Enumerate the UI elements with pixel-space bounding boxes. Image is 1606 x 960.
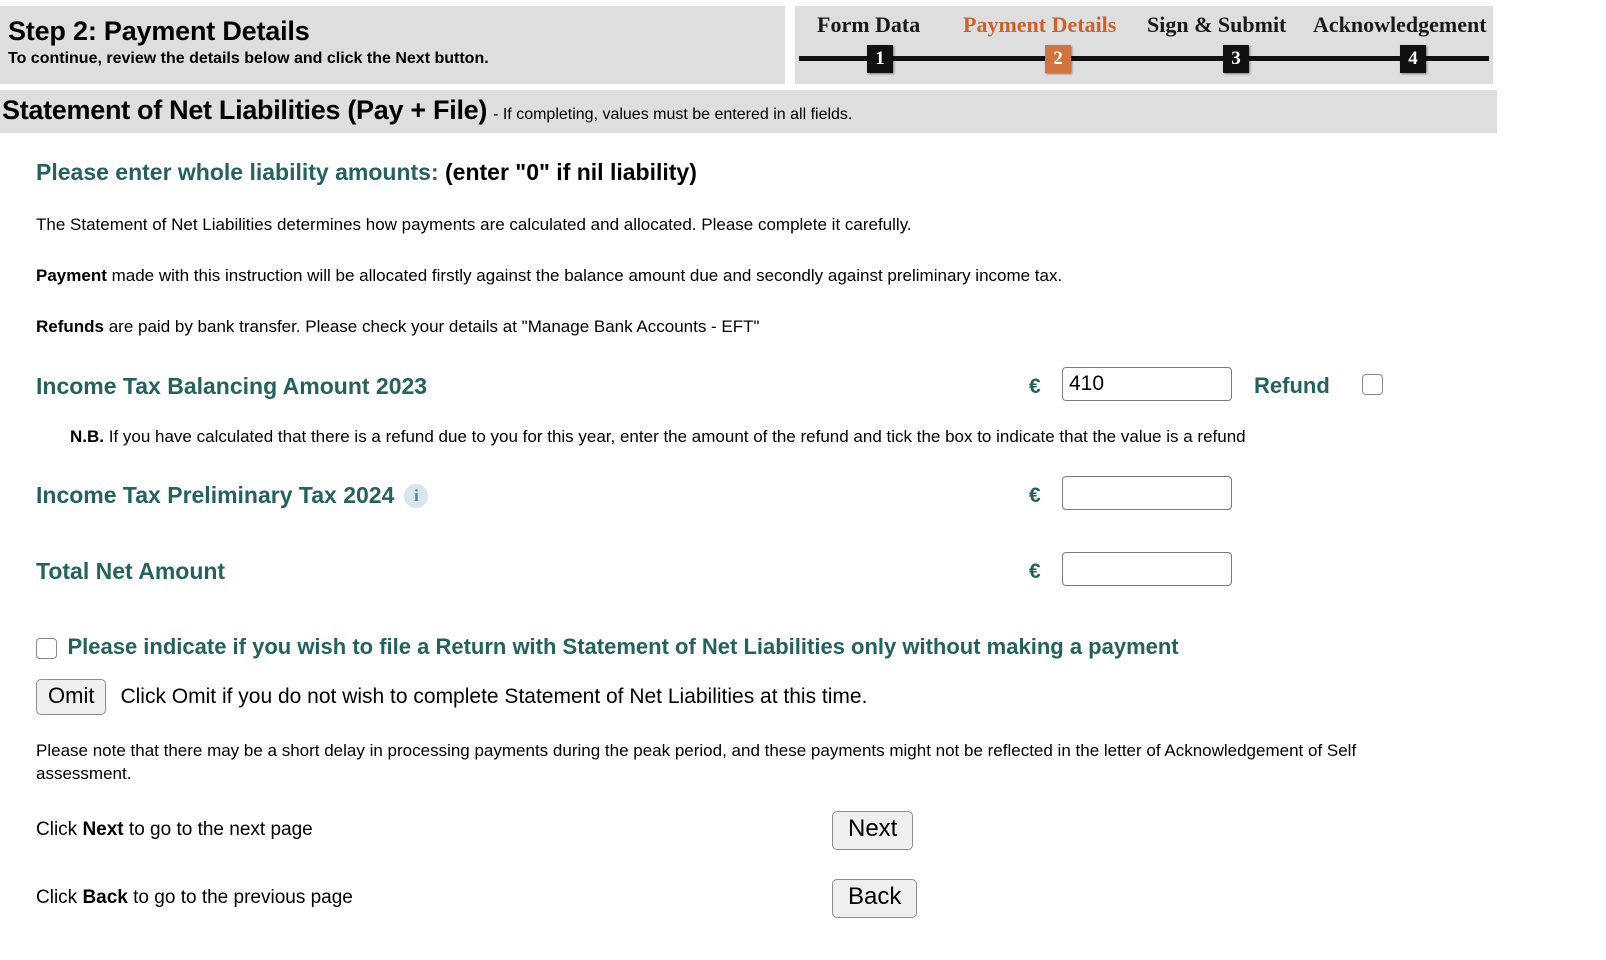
balancing-amount-input[interactable] [1062, 366, 1232, 401]
nb-note-text: If you have calculated that there is a r… [104, 426, 1246, 446]
omit-description: Click Omit if you do not wish to complet… [120, 684, 868, 708]
refunds-paragraph-text: are paid by bank transfer. Please check … [104, 316, 760, 336]
file-return-only-checkbox[interactable] [36, 637, 57, 659]
omit-row: Omit Click Omit if you do not wish to co… [36, 678, 1606, 715]
next-instruction: Click Next to go to the next page [36, 819, 313, 841]
back-button[interactable]: Back [832, 879, 918, 919]
nb-note: N.B. If you have calculated that there i… [70, 425, 1320, 448]
next-instruction-prefix: Click [36, 819, 83, 841]
back-instruction-bold: Back [82, 887, 128, 909]
progress-track: 1 2 3 4 [795, 40, 1493, 80]
file-return-only-label: Please indicate if you wish to file a Re… [67, 634, 1179, 660]
next-instruction-suffix: to go to the next page [123, 819, 313, 841]
section-title-bar: Statement of Net Liabilities (Pay + File… [0, 90, 1497, 133]
next-instruction-bold: Next [82, 819, 124, 841]
refund-checkbox[interactable] [1362, 373, 1383, 395]
progress-label-sign-submit[interactable]: Sign & Submit [1147, 12, 1286, 38]
progress-labels: Form Data Payment Details Sign & Submit … [795, 6, 1493, 40]
section-title: Statement of Net Liabilities (Pay + File… [2, 95, 488, 125]
total-net-amount-label: Total Net Amount [36, 558, 226, 585]
page-header: Step 2: Payment Details To continue, rev… [0, 0, 1606, 90]
preliminary-tax-label-text: Income Tax Preliminary Tax 2024 [36, 482, 395, 509]
preliminary-tax-row: Income Tax Preliminary Tax 2024 i € [36, 474, 1606, 524]
preliminary-tax-input[interactable] [1062, 476, 1232, 511]
euro-symbol-preliminary: € [1029, 484, 1041, 508]
euro-symbol-total: € [1029, 560, 1041, 584]
next-row: Click Next to go to the next page Next [36, 811, 1606, 853]
section-note: - If completing, values must be entered … [493, 106, 853, 123]
intro-paragraph: The Statement of Net Liabilities determi… [36, 215, 912, 234]
liability-instruction-secondary: (enter "0" if nil liability) [445, 159, 697, 185]
progress-label-payment-details[interactable]: Payment Details [963, 12, 1116, 38]
refund-label: Refund [1254, 372, 1330, 398]
nb-note-label: N.B. [70, 426, 104, 446]
liability-instruction-primary: Please enter whole liability amounts: [36, 159, 439, 185]
file-only-row: Please indicate if you wish to file a Re… [36, 634, 1606, 660]
payment-paragraph-text: made with this instruction will be alloc… [106, 265, 1063, 285]
euro-symbol-balancing: € [1029, 374, 1041, 398]
omit-button[interactable]: Omit [36, 678, 107, 715]
refunds-paragraph: Refunds are paid by bank transfer. Pleas… [36, 316, 1436, 339]
step-title: Step 2: Payment Details [8, 16, 310, 46]
progress-node-3[interactable]: 3 [1223, 45, 1249, 73]
preliminary-tax-label: Income Tax Preliminary Tax 2024 i [36, 482, 429, 509]
total-net-amount-row: Total Net Amount € [36, 550, 1606, 600]
liability-instruction-heading: Please enter whole liability amounts: (e… [36, 159, 1606, 186]
back-instruction-suffix: to go to the previous page [127, 887, 353, 909]
progress-label-form-data[interactable]: Form Data [817, 12, 920, 38]
total-net-amount-input[interactable] [1062, 552, 1232, 587]
progress-node-2[interactable]: 2 [1045, 45, 1071, 73]
balancing-amount-row: Income Tax Balancing Amount 2023 € Refun… [36, 365, 1606, 415]
info-icon[interactable]: i [404, 484, 429, 509]
next-button[interactable]: Next [832, 811, 914, 851]
payment-paragraph: Payment made with this instruction will … [36, 265, 1436, 288]
refunds-paragraph-label: Refunds [36, 316, 104, 336]
progress-label-acknowledgement[interactable]: Acknowledgement [1313, 12, 1487, 38]
progress-indicator: Form Data Payment Details Sign & Submit … [795, 6, 1493, 84]
step-subtitle: To continue, review the details below an… [8, 50, 489, 68]
main-content: Please enter whole liability amounts: (e… [0, 159, 1606, 921]
back-instruction-prefix: Click [36, 887, 83, 909]
balancing-amount-label: Income Tax Balancing Amount 2023 [36, 372, 428, 399]
progress-connector-line [799, 56, 1489, 61]
progress-node-4[interactable]: 4 [1400, 45, 1426, 73]
peak-period-note: Please note that there may be a short de… [36, 740, 1357, 783]
back-instruction: Click Back to go to the previous page [36, 887, 353, 909]
progress-node-1[interactable]: 1 [867, 45, 893, 73]
back-row: Click Back to go to the previous page Ba… [36, 879, 1606, 921]
step-banner: Step 2: Payment Details To continue, rev… [0, 6, 785, 84]
payment-paragraph-label: Payment [36, 265, 107, 285]
